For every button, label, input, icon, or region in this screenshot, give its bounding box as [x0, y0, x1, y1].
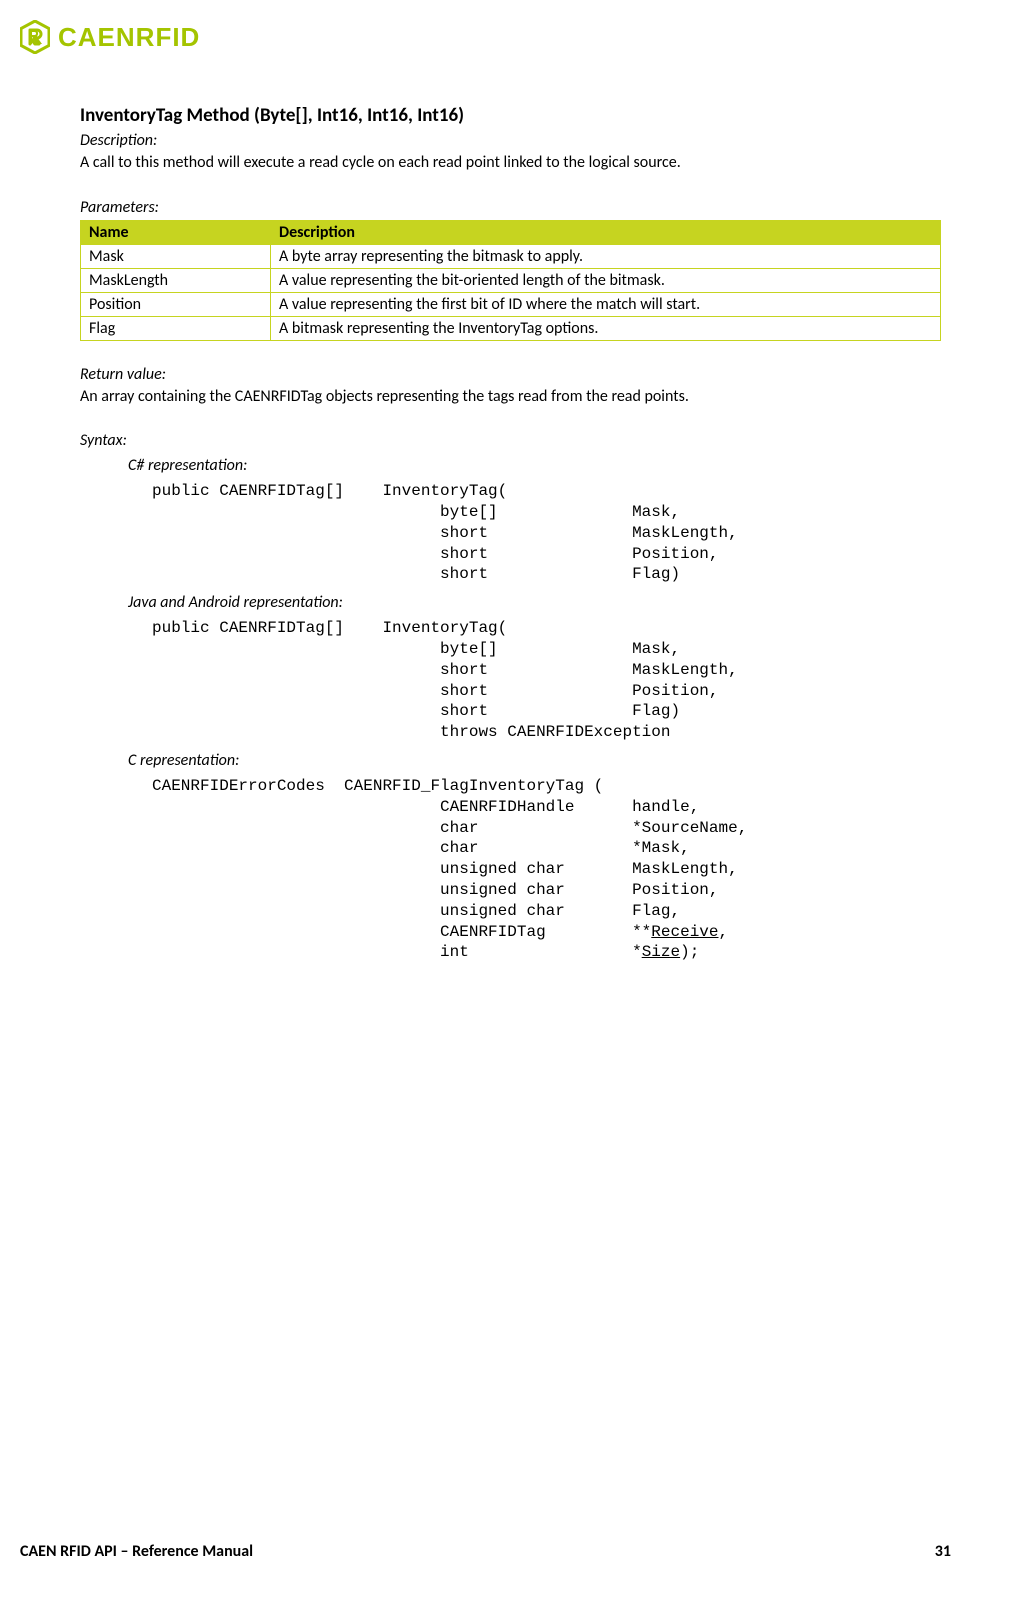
table-row: Flag A bitmask representing the Inventor…: [81, 316, 941, 340]
parameters-table: Name Description Mask A byte array repre…: [80, 220, 941, 341]
syntax-label: Syntax:: [80, 431, 941, 450]
param-desc: A byte array representing the bitmask to…: [271, 244, 941, 268]
return-text: An array containing the CAENRFIDTag obje…: [80, 386, 941, 408]
table-row: Mask A byte array representing the bitma…: [81, 244, 941, 268]
java-code: public CAENRFIDTag[] InventoryTag( byte[…: [152, 618, 941, 743]
csharp-label: C# representation:: [128, 456, 941, 475]
param-name: Flag: [81, 316, 271, 340]
method-title: InventoryTag Method (Byte[], Int16, Int1…: [80, 104, 941, 127]
parameters-label: Parameters:: [80, 198, 941, 217]
c-code: CAENRFIDErrorCodes CAENRFID_FlagInventor…: [152, 776, 941, 963]
param-desc: A bitmask representing the InventoryTag …: [271, 316, 941, 340]
param-name: Position: [81, 292, 271, 316]
logo: CAENRFID: [20, 20, 951, 54]
logo-text: CAENRFID: [58, 22, 200, 53]
table-header-desc: Description: [271, 220, 941, 244]
description-label: Description:: [80, 131, 941, 150]
param-desc: A value representing the bit-oriented le…: [271, 268, 941, 292]
hex-r-icon: [20, 20, 50, 54]
table-row: MaskLength A value representing the bit-…: [81, 268, 941, 292]
syntax-block: C# representation: public CAENRFIDTag[] …: [128, 456, 941, 963]
c-label: C representation:: [128, 751, 941, 770]
return-label: Return value:: [80, 365, 941, 384]
table-row: Position A value representing the first …: [81, 292, 941, 316]
footer-page: 31: [935, 1542, 951, 1561]
param-name: MaskLength: [81, 268, 271, 292]
footer-left: CAEN RFID API – Reference Manual: [20, 1542, 253, 1561]
param-desc: A value representing the first bit of ID…: [271, 292, 941, 316]
footer: CAEN RFID API – Reference Manual 31: [20, 1542, 951, 1561]
main-content: InventoryTag Method (Byte[], Int16, Int1…: [80, 104, 941, 963]
csharp-code: public CAENRFIDTag[] InventoryTag( byte[…: [152, 481, 941, 585]
param-name: Mask: [81, 244, 271, 268]
table-header-name: Name: [81, 220, 271, 244]
java-label: Java and Android representation:: [128, 593, 941, 612]
description-text: A call to this method will execute a rea…: [80, 152, 941, 174]
